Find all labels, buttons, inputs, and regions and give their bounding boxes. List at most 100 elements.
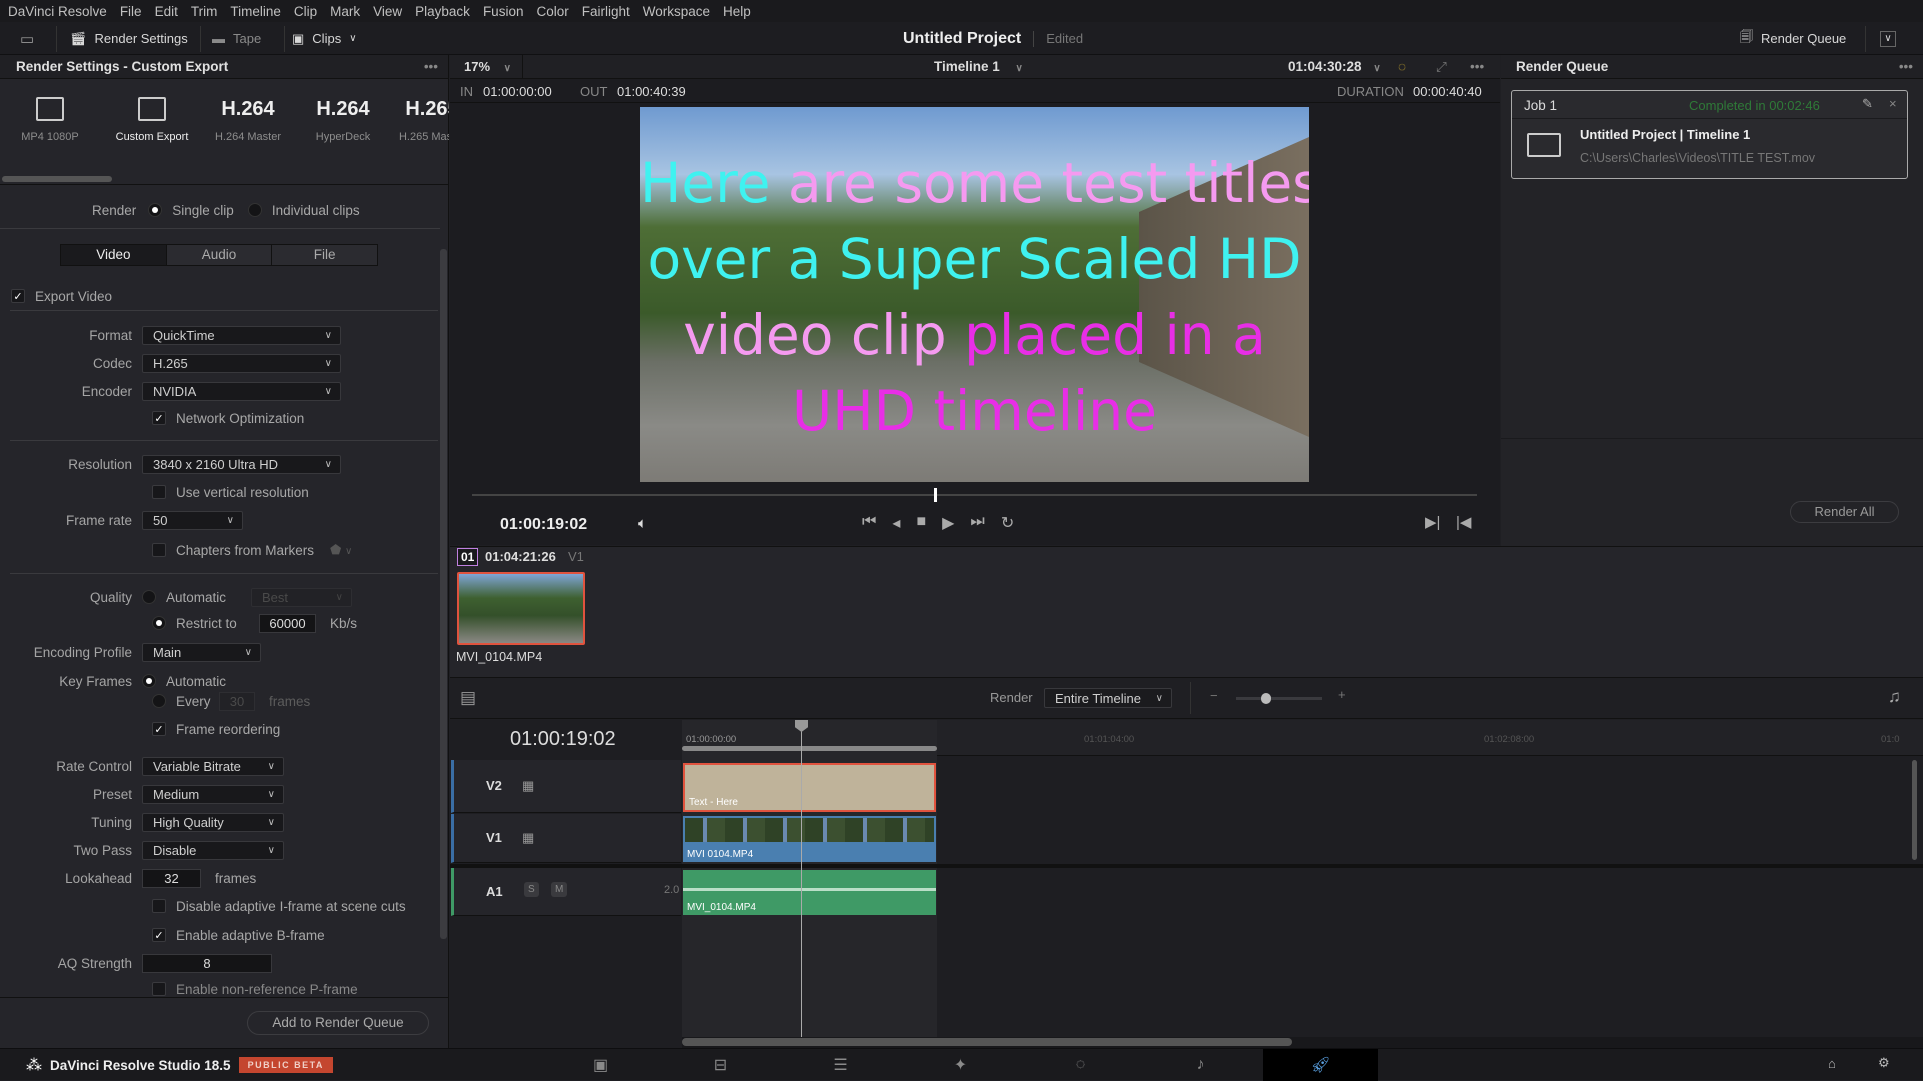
- menu-view[interactable]: View: [373, 4, 402, 19]
- aq-strength-input[interactable]: 8: [142, 953, 272, 973]
- vertical-resolution-checkbox[interactable]: [152, 485, 166, 499]
- video-frame[interactable]: Here are some test titles over a Super Sc…: [640, 107, 1309, 482]
- audio-clip[interactable]: MVI_0104.MP4: [683, 870, 936, 915]
- preset-item[interactable]: H.264 HyperDeck: [303, 93, 383, 143]
- render-settings-button[interactable]: 🎬︎ Render Settings: [70, 22, 188, 55]
- timeline-playhead[interactable]: [795, 720, 808, 1040]
- preset-dropdown[interactable]: Medium ∨: [142, 784, 284, 804]
- color-wheel-icon[interactable]: ◌: [1398, 59, 1406, 74]
- restrict-bitrate-radio[interactable]: [152, 616, 166, 630]
- tape-button[interactable]: ▬ Tape: [212, 22, 261, 55]
- skip-to-start-icon[interactable]: ⏮︎: [862, 513, 876, 533]
- disable-adaptive-iframe-checkbox[interactable]: [152, 899, 166, 913]
- edit-job-icon[interactable]: ✎: [1862, 96, 1873, 112]
- title-clip[interactable]: Text - Here: [683, 763, 936, 812]
- clips-button[interactable]: ▣ Clips ∨: [292, 22, 357, 55]
- scrub-playhead[interactable]: [934, 488, 938, 502]
- encoder-dropdown[interactable]: NVIDIA ∨: [142, 381, 341, 401]
- fullscreen-icon[interactable]: ⤢: [1436, 59, 1447, 75]
- edit-page-icon[interactable]: ☰: [783, 1049, 898, 1081]
- fusion-page-icon[interactable]: ✦: [903, 1049, 1018, 1081]
- keyframes-every-radio[interactable]: [152, 694, 166, 708]
- preset-item[interactable]: H.265H.265 Master: [392, 93, 449, 143]
- settings-gear-icon[interactable]: ⚙: [1878, 1055, 1890, 1071]
- menu-davinci-resolve[interactable]: DaVinci Resolve: [8, 4, 107, 19]
- menu-timeline[interactable]: Timeline: [230, 4, 281, 19]
- menu-workspace[interactable]: Workspace: [643, 4, 710, 19]
- skip-to-end-icon[interactable]: ⏭︎: [970, 513, 984, 533]
- cut-page-icon[interactable]: ⊟: [663, 1049, 778, 1081]
- mute-button[interactable]: M: [551, 882, 568, 897]
- rate-control-dropdown[interactable]: Variable Bitrate ∨: [142, 756, 284, 776]
- tab-audio[interactable]: Audio: [165, 245, 272, 265]
- single-clip-radio[interactable]: [148, 203, 163, 217]
- deliver-page-icon[interactable]: 🚀︎: [1263, 1049, 1378, 1081]
- media-page-icon[interactable]: ▣: [543, 1049, 658, 1081]
- color-page-icon[interactable]: ◌: [1023, 1049, 1138, 1081]
- render-queue-toggle[interactable]: 🗐 Render Queue: [1740, 22, 1846, 55]
- marker-color-icon[interactable]: ⬟ ∨: [330, 542, 352, 558]
- timeline-dropdown[interactable]: Timeline 1 ∨: [934, 59, 1023, 74]
- lookahead-input[interactable]: 32: [142, 868, 201, 888]
- preset-item[interactable]: Custom Export: [112, 93, 192, 143]
- zoom-out-icon[interactable]: −: [1210, 688, 1218, 703]
- timecode-dropdown[interactable]: 01:04:30:28 ∨: [1288, 59, 1381, 74]
- scrub-bar[interactable]: [472, 488, 1477, 502]
- individual-clips-radio[interactable]: [247, 203, 262, 217]
- settings-scrollbar[interactable]: [440, 249, 447, 939]
- menu-fusion[interactable]: Fusion: [483, 4, 524, 19]
- fairlight-page-icon[interactable]: ♪: [1143, 1049, 1258, 1081]
- encoding-profile-dropdown[interactable]: Main ∨: [142, 642, 261, 662]
- chapters-checkbox[interactable]: [152, 543, 166, 557]
- video-clip[interactable]: MVI 0104.MP4: [683, 816, 936, 862]
- network-optimization-checkbox[interactable]: ✓: [152, 411, 166, 425]
- menu-edit[interactable]: Edit: [155, 4, 178, 19]
- horizontal-scrollbar[interactable]: [682, 1038, 1292, 1046]
- next-edit-icon[interactable]: ▶|: [1425, 513, 1440, 531]
- loop-icon[interactable]: ↻: [1001, 513, 1014, 533]
- tuning-dropdown[interactable]: High Quality ∨: [142, 812, 284, 832]
- stop-icon[interactable]: ■: [916, 513, 926, 533]
- non-reference-pframe-checkbox[interactable]: [152, 982, 166, 996]
- menu-file[interactable]: File: [120, 4, 142, 19]
- audio-icon[interactable]: ♫: [1888, 687, 1901, 707]
- menu-trim[interactable]: Trim: [191, 4, 218, 19]
- menu-fairlight[interactable]: Fairlight: [582, 4, 630, 19]
- resolution-dropdown[interactable]: 3840 x 2160 Ultra HD ∨: [142, 454, 341, 474]
- preset-item[interactable]: H.264 H.264 Master: [208, 93, 288, 143]
- render-job-card[interactable]: Job 1 Completed in 00:02:46 ✎ × Untitled…: [1511, 90, 1908, 179]
- add-to-render-queue-button[interactable]: Add to Render Queue: [247, 1011, 429, 1035]
- solo-button[interactable]: S: [524, 882, 539, 897]
- quality-automatic-radio[interactable]: [142, 590, 156, 604]
- zoom-dropdown[interactable]: 17% ∨: [464, 59, 511, 74]
- frame-reordering-checkbox[interactable]: ✓: [152, 722, 166, 736]
- clip-thumbnail[interactable]: [457, 572, 585, 645]
- render-range-bar[interactable]: [682, 746, 937, 751]
- codec-dropdown[interactable]: H.265 ∨: [142, 353, 341, 373]
- more-options-icon[interactable]: •••: [1899, 59, 1913, 74]
- frame-rate-dropdown[interactable]: 50 ∨: [142, 510, 243, 530]
- menu-color[interactable]: Color: [536, 4, 568, 19]
- previous-edit-icon[interactable]: |◀: [1456, 513, 1471, 531]
- menu-clip[interactable]: Clip: [294, 4, 317, 19]
- step-back-icon[interactable]: ◂: [892, 513, 900, 533]
- export-video-checkbox[interactable]: ✓: [11, 289, 25, 303]
- tab-video[interactable]: Video: [61, 245, 166, 265]
- render-range-dropdown[interactable]: Entire Timeline ∨: [1044, 688, 1172, 708]
- render-all-button[interactable]: Render All: [1790, 501, 1899, 523]
- close-icon[interactable]: ×: [1889, 96, 1897, 111]
- zoom-in-icon[interactable]: +: [1338, 687, 1346, 702]
- timeline-zoom-slider[interactable]: [1236, 693, 1322, 704]
- two-pass-dropdown[interactable]: Disable ∨: [142, 840, 284, 860]
- timeline-view-icon[interactable]: ▤: [460, 688, 476, 708]
- more-options-icon[interactable]: •••: [424, 59, 438, 74]
- keyframes-automatic-radio[interactable]: [142, 674, 156, 688]
- menu-mark[interactable]: Mark: [330, 4, 360, 19]
- play-icon[interactable]: ▶: [942, 513, 954, 533]
- preset-item[interactable]: MP4 1080P: [10, 93, 90, 143]
- vertical-scrollbar[interactable]: [1912, 760, 1917, 860]
- home-icon[interactable]: ⌂: [1828, 1056, 1836, 1071]
- tab-file[interactable]: File: [271, 245, 377, 265]
- volume-icon[interactable]: 🔈︎: [638, 515, 647, 532]
- toggle-panel-button[interactable]: ▭: [20, 22, 34, 55]
